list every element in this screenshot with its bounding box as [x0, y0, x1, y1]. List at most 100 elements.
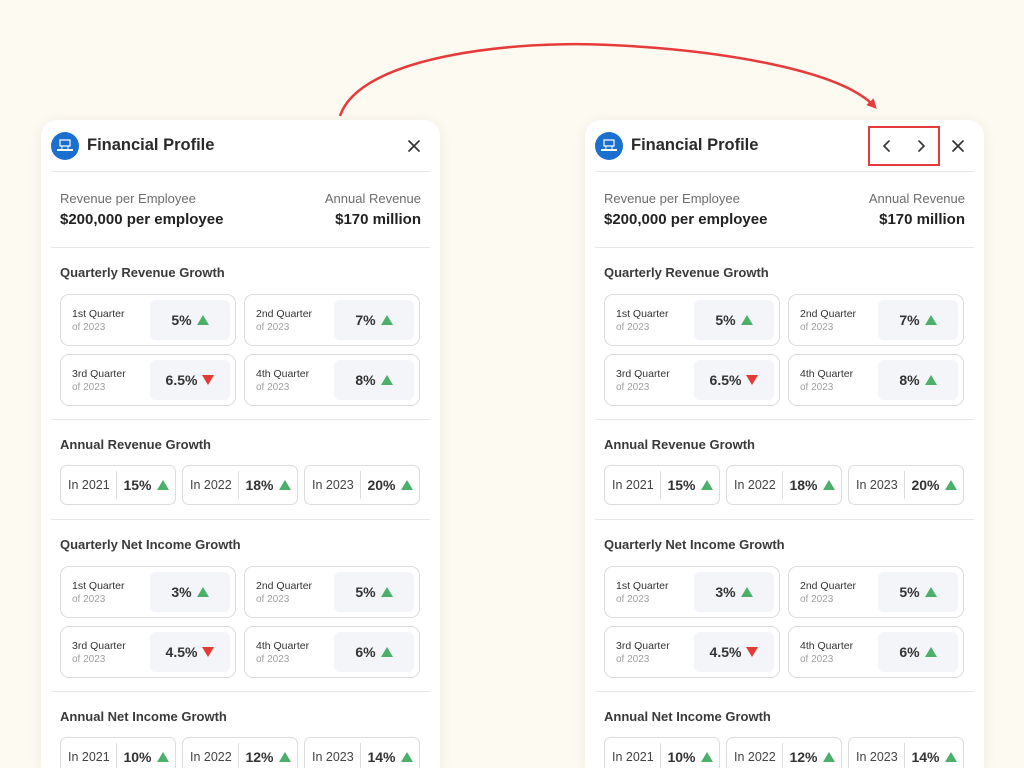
trend-up-icon: [278, 752, 291, 762]
annual-net-income-section: Annual Net Income Growth In 2021 10% In 20…: [51, 692, 430, 768]
year-card[interactable]: In 2023 20%: [304, 465, 420, 505]
quarter-card[interactable]: 4th Quarter of 2023 8%: [788, 354, 964, 406]
year-card[interactable]: In 2021 15%: [604, 465, 720, 505]
year-card[interactable]: In 2022 18%: [726, 465, 842, 505]
quarterly-net-income-section: Quarterly Net Income Growth 1st Quarter o…: [595, 520, 974, 692]
quarter-card[interactable]: 1st Quarter of 2023 3%: [60, 566, 236, 618]
quarter-card[interactable]: 4th Quarter of 2023 6%: [788, 626, 964, 678]
year-card[interactable]: In 2022 18%: [182, 465, 298, 505]
quarter-card[interactable]: 2nd Quarter of 2023 5%: [244, 566, 420, 618]
quarter-year: of 2023: [616, 653, 650, 665]
chevron-right-icon[interactable]: [909, 134, 933, 158]
quarter-name: 1st Quarter: [616, 307, 669, 320]
quarter-value-box: 6%: [334, 632, 414, 672]
growth-value: 4.5%: [709, 644, 742, 660]
quarterly-net-income-section: Quarterly Net Income Growth 1st Quarter o…: [51, 520, 430, 692]
trend-up-icon: [156, 480, 169, 490]
section-title: Annual Net Income Growth: [60, 709, 227, 724]
year-value-box: 15%: [117, 477, 175, 493]
year-card[interactable]: In 2023 14%: [848, 737, 964, 768]
year-card[interactable]: In 2023 20%: [848, 465, 964, 505]
growth-value: 18%: [245, 477, 274, 493]
trend-up-icon: [740, 315, 753, 325]
trend-up-icon: [822, 480, 835, 490]
year-label: In 2022: [183, 743, 239, 768]
quarter-card[interactable]: 3rd Quarter of 2023 4.5%: [604, 626, 780, 678]
year-value-box: 15%: [661, 477, 719, 493]
year-card[interactable]: In 2021 10%: [60, 737, 176, 768]
quarter-value-box: 5%: [150, 300, 230, 340]
quarter-year: of 2023: [256, 653, 290, 665]
growth-value: 6%: [355, 644, 376, 660]
year-label: In 2021: [61, 471, 117, 499]
growth-value: 20%: [911, 477, 940, 493]
quarter-labels: 4th Quarter of 2023: [256, 640, 334, 665]
year-card[interactable]: In 2022 12%: [726, 737, 842, 768]
year-label: In 2023: [849, 743, 905, 768]
quarter-labels: 2nd Quarter of 2023: [256, 580, 334, 605]
year-label: In 2022: [727, 743, 783, 768]
trend-down-icon: [202, 647, 215, 657]
quarter-year: of 2023: [72, 381, 106, 393]
annual-revenue-value: $170 million: [879, 211, 965, 228]
quarter-name: 2nd Quarter: [800, 307, 857, 320]
growth-value: 20%: [367, 477, 396, 493]
quarter-grid: 1st Quarter of 2023 3% 2nd Quarter of 2023 5%…: [51, 566, 430, 678]
quarter-card[interactable]: 2nd Quarter of 2023 7%: [244, 294, 420, 346]
growth-value: 18%: [789, 477, 818, 493]
quarter-year: of 2023: [616, 593, 650, 605]
year-card[interactable]: In 2021 10%: [604, 737, 720, 768]
annual-revenue: Annual Revenue $170 million: [869, 191, 965, 247]
quarter-card[interactable]: 2nd Quarter of 2023 5%: [788, 566, 964, 618]
year-card[interactable]: In 2023 14%: [304, 737, 420, 768]
revenue-per-employee-value: $200,000 per employee: [60, 211, 224, 228]
trend-up-icon: [924, 315, 937, 325]
year-label: In 2021: [605, 743, 661, 768]
quarter-labels: 1st Quarter of 2023: [616, 580, 694, 605]
quarter-card[interactable]: 3rd Quarter of 2023 4.5%: [60, 626, 236, 678]
quarter-value-box: 5%: [694, 300, 774, 340]
trend-up-icon: [400, 752, 413, 762]
trend-up-icon: [944, 480, 957, 490]
annual-revenue-value: $170 million: [335, 211, 421, 228]
quarter-year: of 2023: [256, 593, 290, 605]
quarter-card[interactable]: 4th Quarter of 2023 6%: [244, 626, 420, 678]
year-grid: In 2021 10% In 2022 12% In 2023 14%: [595, 737, 974, 768]
quarter-labels: 1st Quarter of 2023: [72, 308, 150, 333]
quarter-card[interactable]: 3rd Quarter of 2023 6.5%: [604, 354, 780, 406]
quarter-value-box: 6%: [878, 632, 958, 672]
trend-up-icon: [196, 315, 209, 325]
quarter-year: of 2023: [256, 381, 290, 393]
quarter-card[interactable]: 1st Quarter of 2023 3%: [604, 566, 780, 618]
year-card[interactable]: In 2021 15%: [60, 465, 176, 505]
quarter-value-box: 4.5%: [694, 632, 774, 672]
trend-up-icon: [740, 587, 753, 597]
year-value-box: 10%: [117, 749, 175, 765]
quarter-name: 3rd Quarter: [616, 639, 670, 652]
trend-up-icon: [380, 375, 393, 385]
trend-up-icon: [380, 647, 393, 657]
quarter-card[interactable]: 2nd Quarter of 2023 7%: [788, 294, 964, 346]
quarter-labels: 2nd Quarter of 2023: [256, 308, 334, 333]
pagination-nav: [868, 126, 940, 166]
growth-value: 7%: [355, 312, 376, 328]
trend-up-icon: [380, 587, 393, 597]
quarter-labels: 3rd Quarter of 2023: [616, 368, 694, 393]
growth-value: 12%: [789, 749, 818, 765]
year-value-box: 14%: [361, 749, 419, 765]
quarter-card[interactable]: 1st Quarter of 2023 5%: [604, 294, 780, 346]
close-icon[interactable]: [946, 134, 970, 158]
annual-revenue-label: Annual Revenue: [324, 191, 421, 206]
year-card[interactable]: In 2022 12%: [182, 737, 298, 768]
annual-net-income-section: Annual Net Income Growth In 2021 10% In 20…: [595, 692, 974, 768]
quarter-card[interactable]: 1st Quarter of 2023 5%: [60, 294, 236, 346]
quarter-card[interactable]: 4th Quarter of 2023 8%: [244, 354, 420, 406]
quarter-year: of 2023: [616, 381, 650, 393]
revenue-per-employee: Revenue per Employee $200,000 per employ…: [60, 191, 223, 247]
quarter-year: of 2023: [800, 321, 834, 333]
close-icon[interactable]: [402, 134, 426, 158]
quarter-year: of 2023: [72, 653, 106, 665]
quarter-card[interactable]: 3rd Quarter of 2023 6.5%: [60, 354, 236, 406]
chevron-left-icon[interactable]: [875, 134, 899, 158]
trend-down-icon: [746, 647, 759, 657]
